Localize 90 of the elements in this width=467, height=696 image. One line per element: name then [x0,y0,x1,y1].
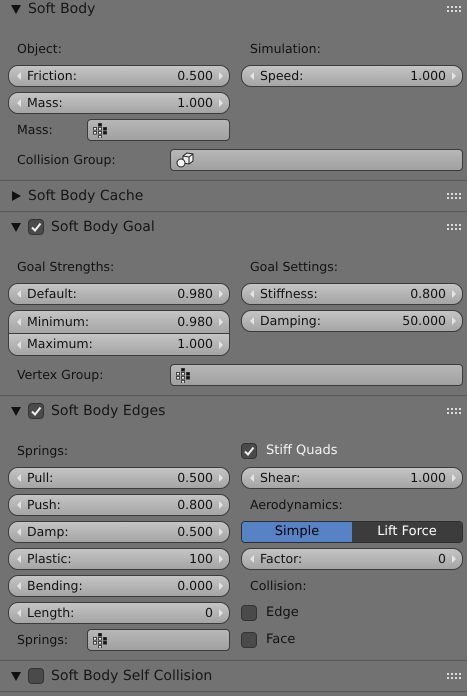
number-field[interactable]: Pull: 0.500 [8,467,230,489]
right-triangle-icon[interactable] [452,317,456,325]
left-triangle-icon[interactable] [17,72,21,80]
left-triangle-icon[interactable] [250,474,254,482]
vertex-group-icon [176,368,190,382]
number-field[interactable]: Push: 0.800 [8,494,230,516]
number-field[interactable]: Default: 0.980 [8,283,230,305]
panel-title[interactable]: Soft Body Self Collision [51,666,440,686]
checkbox-label: Stiff Quads [266,442,338,460]
left-triangle-icon[interactable] [17,474,21,482]
right-triangle-icon[interactable] [219,555,223,563]
group-field[interactable] [86,629,230,651]
group-field[interactable] [170,364,463,386]
panel-title[interactable]: Soft Body Cache [28,186,440,206]
left-triangle-icon[interactable] [250,317,254,325]
right-triangle-icon[interactable] [219,72,223,80]
right-triangle-icon[interactable] [219,340,223,348]
left-triangle-icon[interactable] [17,609,21,617]
number-field[interactable]: Minimum: 0.980 [9,311,229,333]
left-triangle-icon[interactable] [250,555,254,563]
number-field[interactable]: Speed: 1.000 [241,65,463,87]
left-triangle-icon[interactable] [17,290,21,298]
section-label: Springs: [16,442,70,460]
field-label: Mass: [16,120,54,139]
checkbox-label: Edge [266,604,299,622]
checkbox[interactable] [241,632,257,648]
right-triangle-icon[interactable] [219,99,223,107]
group-field[interactable] [86,119,230,141]
section-label: Simulation: [249,40,322,58]
number-field[interactable]: Bending: 0.000 [8,575,230,597]
section-label: Goal Strengths: [16,258,116,276]
field-label: Vertex Group: [16,366,104,384]
checkbox[interactable] [241,443,257,459]
number-field[interactable]: Stiffness: 0.800 [241,283,463,305]
right-triangle-icon[interactable] [219,528,223,536]
toggle-option[interactable]: Lift Force [352,522,462,542]
number-field[interactable]: Damping: 50.000 [241,310,463,332]
checkbox-label: Face [266,631,296,650]
left-triangle-icon[interactable] [250,290,254,298]
right-triangle-icon[interactable] [219,318,223,326]
collapse-triangle-icon[interactable] [11,4,21,14]
right-triangle-icon[interactable] [452,474,456,482]
section-label: Object: [16,40,63,58]
checkbox[interactable] [28,403,44,419]
right-triangle-icon[interactable] [452,72,456,80]
number-field[interactable]: Damp: 0.500 [8,521,230,543]
right-triangle-icon[interactable] [219,474,223,482]
number-field[interactable]: Plastic: 100 [8,548,230,570]
vertex-group-icon [92,122,107,138]
group-field[interactable] [170,149,463,171]
panel-title[interactable]: Soft Body Goal [51,216,440,238]
left-triangle-icon[interactable] [17,340,21,348]
right-triangle-icon[interactable] [452,290,456,298]
left-triangle-icon[interactable] [17,555,21,563]
right-triangle-icon[interactable] [219,609,223,617]
section-label: Aerodynamics: [249,496,344,514]
left-triangle-icon[interactable] [250,72,254,80]
left-triangle-icon[interactable] [17,99,21,107]
right-triangle-icon[interactable] [219,290,223,298]
panel-title[interactable]: Soft Body Edges [51,400,440,422]
grip-icon[interactable] [447,6,462,12]
field-label: Collision Group: [16,150,117,169]
checkbox[interactable] [28,668,44,684]
left-triangle-icon[interactable] [17,582,21,590]
left-triangle-icon[interactable] [17,528,21,536]
panel-title[interactable]: Soft Body [28,0,440,20]
object-group-icon [176,152,194,168]
number-field[interactable]: Length: 0 [8,602,230,624]
checkbox[interactable] [241,605,257,621]
toggle-option[interactable]: Simple [242,522,352,542]
grip-icon[interactable] [447,408,462,414]
right-triangle-icon[interactable] [219,501,223,509]
field-label: Springs: [16,630,70,649]
grip-icon[interactable] [447,224,462,230]
number-field[interactable]: Shear: 1.000 [241,467,463,489]
number-field[interactable]: Friction: 0.500 [8,65,230,87]
number-field[interactable]: Mass: 1.000 [8,92,230,114]
grip-icon[interactable] [447,192,462,200]
expand-triangle-icon[interactable] [12,191,21,201]
section-label: Collision: [249,577,308,595]
vertex-group-icon [92,632,107,648]
right-triangle-icon[interactable] [219,582,223,590]
number-field[interactable]: Maximum: 1.000 [9,333,229,355]
section-label: Goal Settings: [249,258,339,276]
left-triangle-icon[interactable] [17,501,21,509]
checkbox[interactable] [28,219,44,235]
number-field[interactable]: Factor: 0 [241,548,463,570]
left-triangle-icon[interactable] [17,318,21,326]
right-triangle-icon[interactable] [452,555,456,563]
grip-icon[interactable] [447,672,462,680]
